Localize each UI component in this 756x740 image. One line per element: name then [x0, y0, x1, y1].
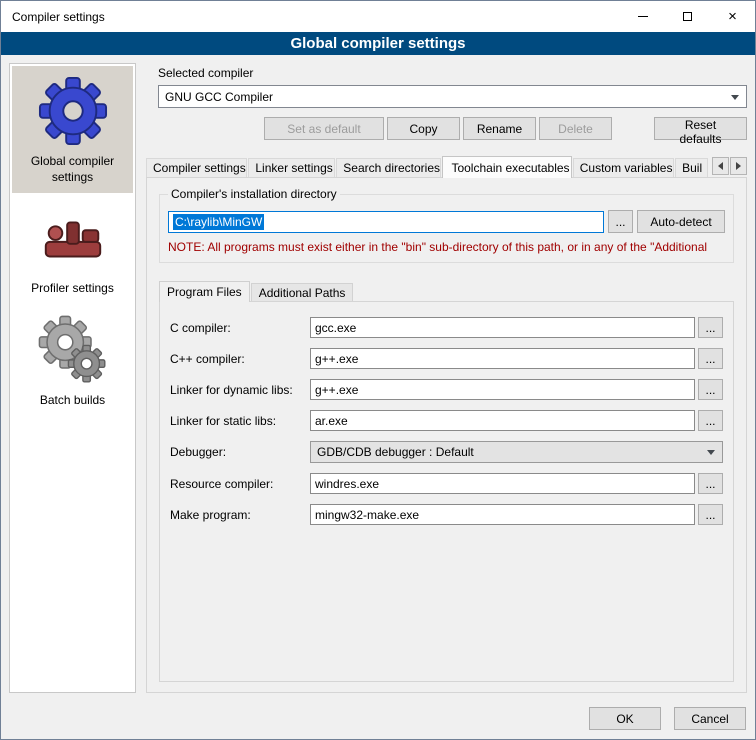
- field-row-make-program: Make program: ...: [170, 504, 723, 525]
- dialog-footer: OK Cancel: [1, 699, 755, 739]
- static-linker-browse-button[interactable]: ...: [698, 410, 723, 431]
- minimize-icon: [638, 16, 648, 17]
- field-row-cpp-compiler: C++ compiler: ...: [170, 348, 723, 369]
- dynamic-linker-input[interactable]: [310, 379, 695, 400]
- tab-label: Buil: [682, 161, 702, 175]
- make-program-label: Make program:: [170, 508, 310, 522]
- cpp-compiler-label: C++ compiler:: [170, 352, 310, 366]
- make-program-input[interactable]: [310, 504, 695, 525]
- close-button[interactable]: ×: [710, 1, 755, 32]
- sidebar-item-profiler-settings[interactable]: Profiler settings: [12, 193, 133, 305]
- field-row-resource-compiler: Resource compiler: ...: [170, 473, 723, 494]
- selected-compiler-label: Selected compiler: [158, 66, 747, 80]
- toolchain-executables-panel: Compiler's installation directory C:\ray…: [146, 177, 747, 693]
- c-compiler-input[interactable]: [310, 317, 695, 338]
- resource-compiler-browse-button[interactable]: ...: [698, 473, 723, 494]
- installation-directory-group-title: Compiler's installation directory: [168, 187, 340, 201]
- debugger-value: GDB/CDB debugger : Default: [317, 445, 474, 459]
- tab-scroll-controls: [712, 157, 747, 175]
- debugger-label: Debugger:: [170, 445, 310, 459]
- sidebar-item-label: Global compiler settings: [14, 154, 131, 185]
- gray-gears-icon: [38, 315, 108, 385]
- resource-compiler-label: Resource compiler:: [170, 477, 310, 491]
- titlebar: Compiler settings ×: [1, 1, 755, 32]
- tab-label: Compiler settings: [153, 161, 246, 175]
- field-row-dynamic-linker: Linker for dynamic libs: ...: [170, 379, 723, 400]
- program-files-panel: C compiler: ... C++ compiler: ... Linker…: [159, 301, 734, 682]
- blue-gear-icon: [38, 76, 108, 146]
- subtab-label: Program Files: [167, 285, 242, 299]
- static-linker-label: Linker for static libs:: [170, 414, 310, 428]
- settings-tab-bar: Compiler settings Linker settings Search…: [146, 155, 747, 177]
- installation-directory-group: Compiler's installation directory C:\ray…: [159, 194, 734, 263]
- compiler-settings-window: Compiler settings × Global compiler sett…: [0, 0, 756, 740]
- sidebar-item-batch-builds[interactable]: Batch builds: [12, 305, 133, 417]
- tab-label: Linker settings: [255, 161, 332, 175]
- chevron-down-icon: [731, 95, 739, 100]
- minimize-button[interactable]: [620, 1, 665, 32]
- make-program-browse-button[interactable]: ...: [698, 504, 723, 525]
- sidebar-item-label: Batch builds: [14, 393, 131, 409]
- c-compiler-browse-button[interactable]: ...: [698, 317, 723, 338]
- maximize-icon: [683, 12, 692, 21]
- chevron-down-icon: [707, 450, 715, 455]
- selected-compiler-value: GNU GCC Compiler: [165, 90, 273, 104]
- tab-scroll-right-button[interactable]: [730, 157, 747, 175]
- delete-button[interactable]: Delete: [539, 117, 612, 140]
- resource-compiler-input[interactable]: [310, 473, 695, 494]
- close-icon: ×: [728, 8, 737, 25]
- static-linker-input[interactable]: [310, 410, 695, 431]
- tab-search-directories[interactable]: Search directories: [336, 158, 441, 177]
- subtab-label: Additional Paths: [259, 286, 346, 300]
- profiler-tool-icon: [38, 203, 108, 273]
- install-dir-browse-button[interactable]: ...: [608, 210, 633, 233]
- rename-button[interactable]: Rename: [463, 117, 536, 140]
- copy-button[interactable]: Copy: [387, 117, 460, 140]
- arrow-right-icon: [736, 162, 741, 170]
- tab-toolchain-executables[interactable]: Toolchain executables: [442, 156, 571, 178]
- tab-build-options[interactable]: Buil: [675, 158, 708, 177]
- compiler-actions-row: Set as default Copy Rename Delete Reset …: [158, 117, 747, 140]
- cpp-compiler-browse-button[interactable]: ...: [698, 348, 723, 369]
- settings-category-sidebar: Global compiler settings Profiler settin…: [9, 63, 136, 693]
- tab-linker-settings[interactable]: Linker settings: [248, 158, 335, 177]
- c-compiler-label: C compiler:: [170, 321, 310, 335]
- field-row-c-compiler: C compiler: ...: [170, 317, 723, 338]
- install-dir-selected-text: C:\raylib\MinGW: [173, 214, 264, 230]
- field-row-static-linker: Linker for static libs: ...: [170, 410, 723, 431]
- sidebar-item-label: Profiler settings: [14, 281, 131, 297]
- dynamic-linker-label: Linker for dynamic libs:: [170, 383, 310, 397]
- debugger-select[interactable]: GDB/CDB debugger : Default: [310, 441, 723, 463]
- installation-directory-row: C:\raylib\MinGW ... Auto-detect: [168, 210, 725, 233]
- note-text: NOTE: All programs must exist either in …: [168, 240, 725, 254]
- cpp-compiler-input[interactable]: [310, 348, 695, 369]
- maximize-button[interactable]: [665, 1, 710, 32]
- field-row-debugger: Debugger: GDB/CDB debugger : Default: [170, 441, 723, 463]
- tab-label: Search directories: [343, 161, 440, 175]
- arrow-left-icon: [718, 162, 723, 170]
- window-title: Compiler settings: [1, 10, 620, 24]
- main-pane: Selected compiler GNU GCC Compiler Set a…: [146, 63, 747, 693]
- reset-defaults-button[interactable]: Reset defaults: [654, 117, 747, 140]
- tab-label: Toolchain executables: [451, 161, 569, 175]
- dialog-header: Global compiler settings: [1, 32, 755, 55]
- tab-label: Custom variables: [580, 161, 673, 175]
- sidebar-item-global-compiler-settings[interactable]: Global compiler settings: [12, 66, 133, 193]
- tab-program-files[interactable]: Program Files: [159, 281, 250, 302]
- program-files-tab-bar: Program Files Additional Paths: [159, 280, 734, 301]
- cancel-button[interactable]: Cancel: [674, 707, 746, 730]
- tab-compiler-settings[interactable]: Compiler settings: [146, 158, 247, 177]
- set-as-default-button[interactable]: Set as default: [264, 117, 384, 140]
- selected-compiler-select[interactable]: GNU GCC Compiler: [158, 85, 747, 108]
- tab-custom-variables[interactable]: Custom variables: [573, 158, 674, 177]
- tab-additional-paths[interactable]: Additional Paths: [251, 283, 354, 301]
- dialog-body: Global compiler settings Profiler settin…: [1, 55, 755, 699]
- auto-detect-button[interactable]: Auto-detect: [637, 210, 725, 233]
- tab-scroll-left-button[interactable]: [712, 157, 729, 175]
- ok-button[interactable]: OK: [589, 707, 661, 730]
- dynamic-linker-browse-button[interactable]: ...: [698, 379, 723, 400]
- install-dir-input[interactable]: C:\raylib\MinGW: [168, 211, 604, 233]
